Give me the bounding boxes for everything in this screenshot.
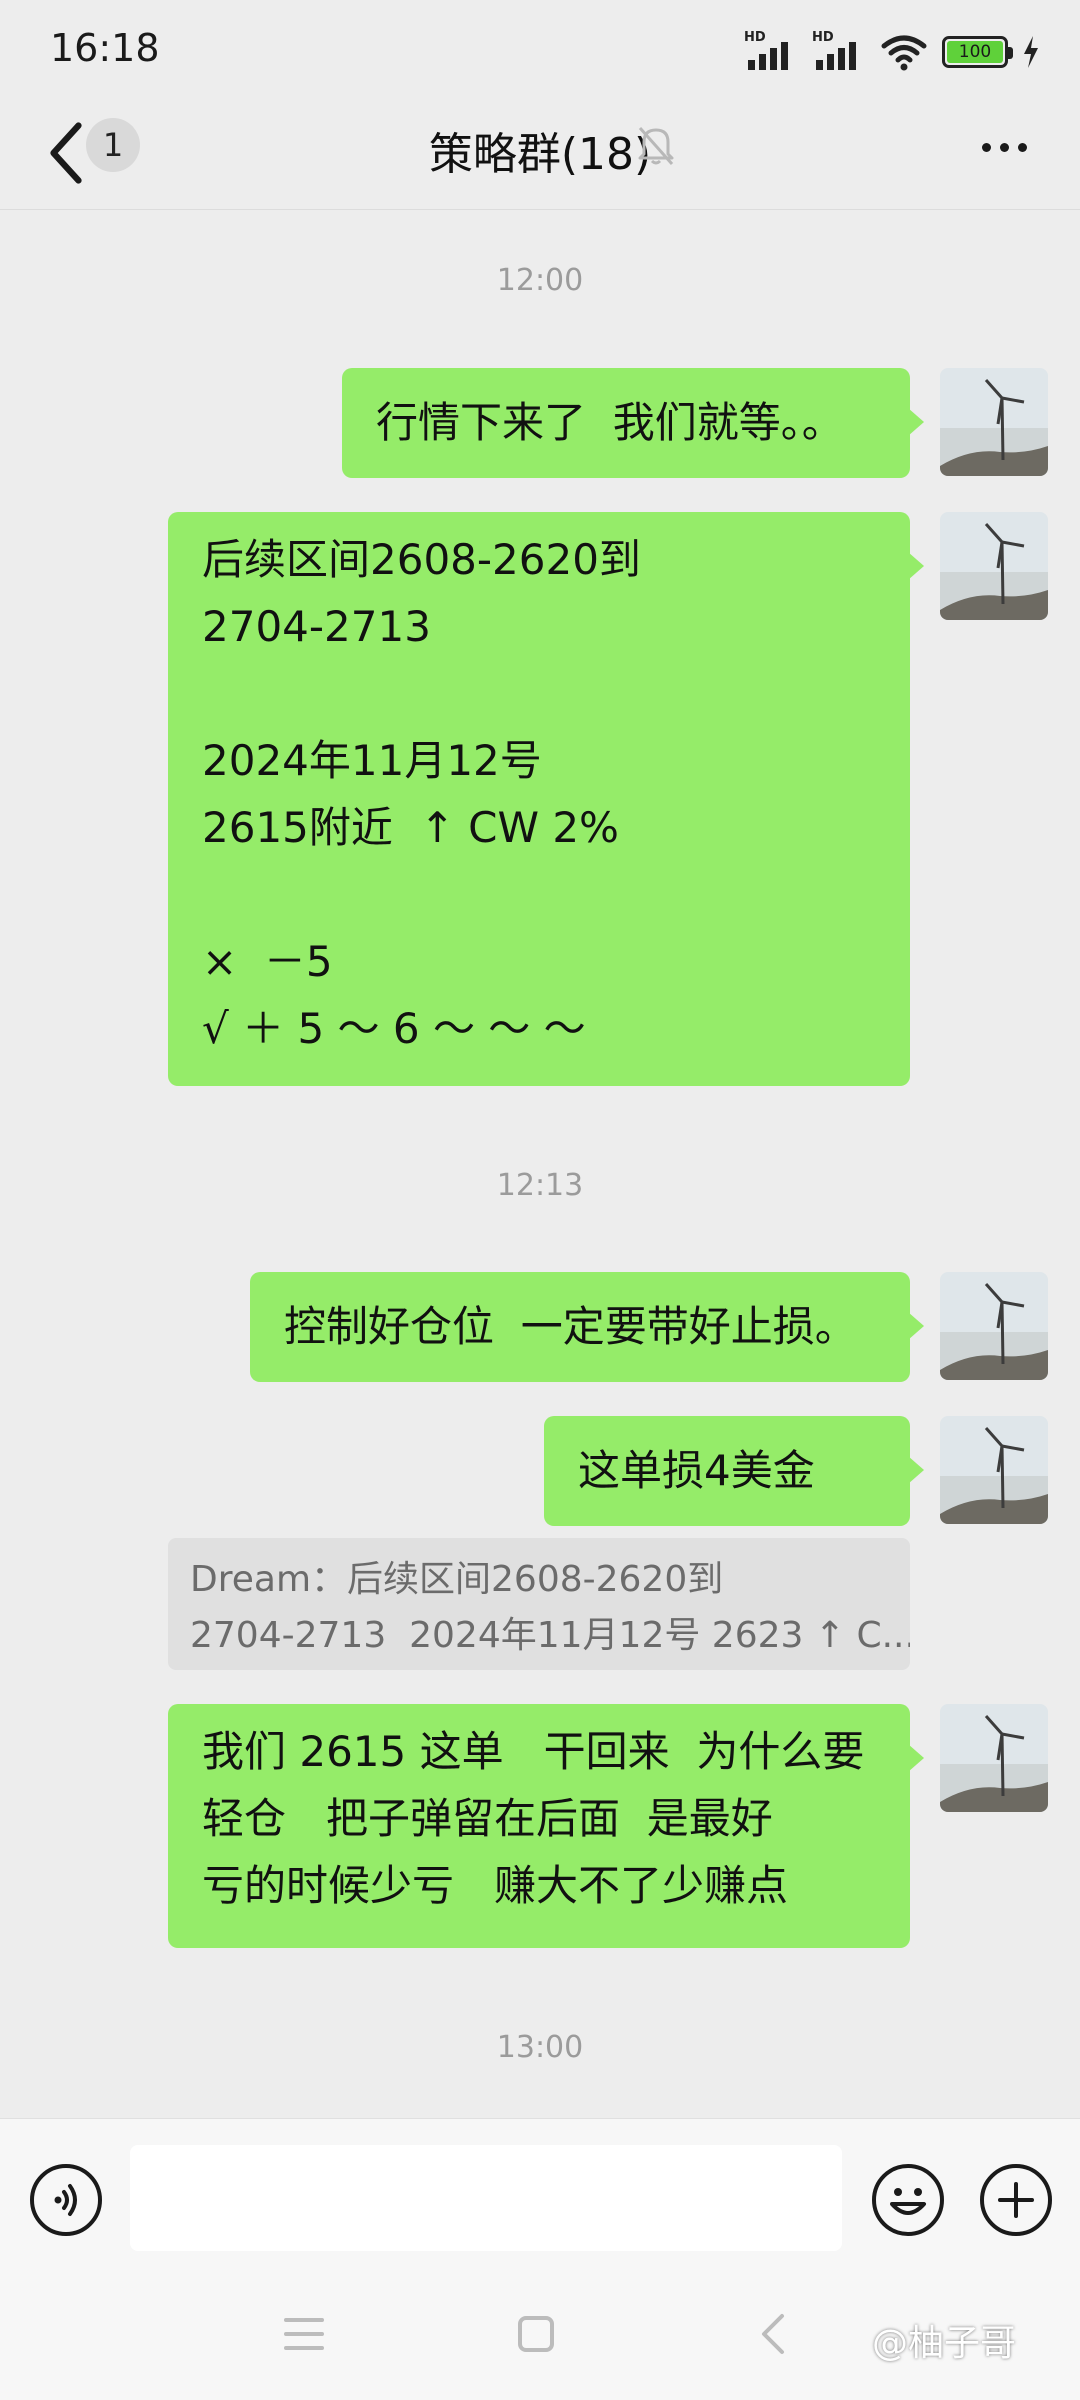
avatar[interactable] — [940, 1704, 1048, 1812]
avatar[interactable] — [940, 512, 1048, 620]
quoted-message[interactable]: Dream：后续区间2608-2620到 2704-2713 2024年11月1… — [168, 1538, 910, 1670]
plus-icon[interactable] — [980, 2164, 1052, 2236]
status-bar: 16:18 HD HD 100 — [0, 0, 1080, 100]
status-time: 16:18 — [50, 26, 160, 70]
timestamp: 12:00 — [496, 263, 584, 298]
message-bubble[interactable]: 行情下来了 我们就等。。 — [342, 368, 924, 478]
message-input[interactable] — [130, 2145, 842, 2251]
timestamp: 13:00 — [496, 2030, 584, 2065]
message-bubble[interactable]: 控制好仓位 一定要带好止损。 — [250, 1272, 924, 1382]
home-icon[interactable] — [518, 2316, 554, 2352]
wifi-icon — [881, 35, 927, 71]
nav-back-icon[interactable] — [754, 2310, 790, 2358]
message-bubble[interactable]: 这单损4美金 — [544, 1416, 924, 1526]
signal-icon: HD — [744, 30, 798, 72]
avatar[interactable] — [940, 1272, 1048, 1380]
emoji-icon[interactable] — [872, 2164, 944, 2236]
charging-icon — [1024, 36, 1038, 68]
message-bubble[interactable]: 我们 2615 这单 干回来 为什么要 轻仓 把子弹留在后面 是最好 亏的时候少… — [168, 1704, 924, 1948]
chat-title: 策略群(18) — [428, 129, 652, 180]
timestamp: 12:13 — [496, 1168, 584, 1203]
menu-icon[interactable] — [284, 2318, 324, 2350]
status-icons: HD HD 100 — [744, 30, 1040, 74]
avatar[interactable] — [940, 1416, 1048, 1524]
watermark: @柚子哥 — [872, 2323, 1017, 2364]
message-bubble[interactable]: 后续区间2608-2620到 2704-2713 2024年11月12号 261… — [168, 512, 924, 1086]
avatar[interactable] — [940, 368, 1048, 476]
battery-icon: 100 — [942, 36, 1013, 68]
voice-icon[interactable] — [30, 2164, 102, 2236]
more-icon[interactable] — [964, 122, 1044, 172]
battery-level: 100 — [947, 41, 1003, 63]
signal-icon-2: HD — [812, 30, 866, 72]
mute-bell-icon — [638, 127, 674, 165]
input-bar — [0, 2118, 1080, 2280]
